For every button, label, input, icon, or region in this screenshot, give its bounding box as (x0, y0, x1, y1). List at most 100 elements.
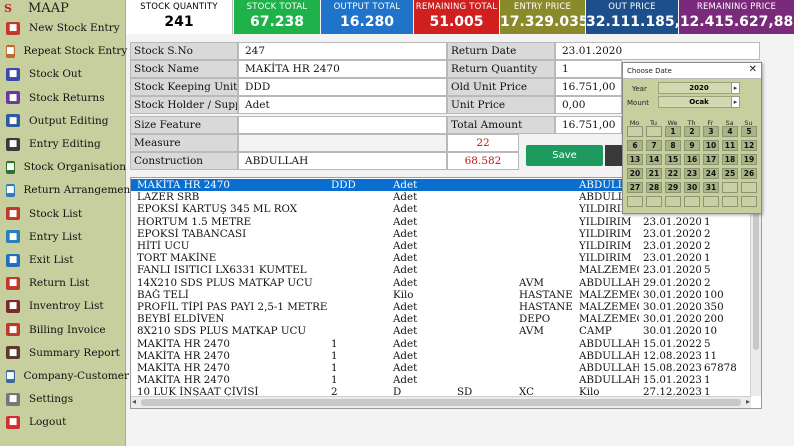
calendar-day[interactable]: 19 (741, 154, 757, 165)
scroll-right-icon[interactable]: ▸ (746, 397, 750, 406)
table-cell: CAMP (579, 325, 612, 338)
table-row[interactable]: MAKİTA HR 2470 1 Adet ABDULLAH 15.08.2023 678… (131, 362, 751, 374)
sidebar-item-logout[interactable]: ■ Logout (0, 411, 126, 433)
sidebar-item-entry-list[interactable]: ■ Entry List (0, 226, 126, 248)
calendar-day[interactable]: 26 (741, 168, 757, 179)
calendar-day[interactable]: 4 (722, 126, 738, 137)
table-row[interactable]: EPOKSİ TABANCASI Adet YILDIRIM 23.01.2020 2 (131, 228, 751, 240)
table-cell: 67878 (704, 362, 737, 374)
table-row[interactable]: HİTİ UCU Adet YILDIRIM 23.01.2020 2 (131, 240, 751, 252)
calendar-day[interactable]: 6 (627, 140, 643, 151)
calendar-day[interactable]: 1 (665, 126, 681, 137)
old-unit-price-field[interactable]: 16.751,00 (555, 78, 622, 96)
calendar-day[interactable]: 21 (646, 168, 662, 179)
stat-value: 51.005 (429, 14, 484, 30)
calendar-day[interactable]: 8 (665, 140, 681, 151)
sidebar-item-inventory-list[interactable]: ■ Inventroy List (0, 295, 126, 317)
calendar-day[interactable]: 31 (703, 182, 719, 193)
table-row[interactable]: 8X210 SDS PLUS MATKAP UCU Adet AVM CAMP 30.0… (131, 325, 751, 337)
calendar-day[interactable]: 27 (627, 182, 643, 193)
sidebar-item-entry-editing[interactable]: ■ Entry Editing (0, 133, 126, 155)
sidebar-item-new-entry[interactable]: ■ New Stock Entry (0, 17, 126, 39)
stock-name-field[interactable]: MAKİTA HR 2470 (238, 60, 447, 78)
measure-field[interactable]: 22 (447, 134, 519, 152)
unit-price-field[interactable]: 0,00 (555, 96, 622, 114)
scroll-left-icon[interactable]: ◂ (132, 397, 136, 406)
table-row[interactable]: BEYBİ ELDİVEN Adet DEPO MALZEMECİ 30.01.2020… (131, 313, 751, 325)
sidebar-item-label: Return Arrangement (23, 184, 135, 197)
calendar-day[interactable]: 9 (684, 140, 700, 151)
calendar-day[interactable]: 25 (722, 168, 738, 179)
calendar-day[interactable]: 23 (684, 168, 700, 179)
sidebar-item-stock-organisation[interactable]: ■ Stock Organisation (0, 156, 126, 178)
table-row[interactable]: MAKİTA HR 2470 1 Adet ABDULLAH 15.01.2023 1 (131, 374, 751, 386)
new-entry-icon: ■ (6, 21, 20, 35)
calendar-day[interactable]: 30 (684, 182, 700, 193)
month-select[interactable]: Ocak (658, 96, 740, 108)
sidebar-item-repeat-entry[interactable]: ■ Repeat Stock Entry (0, 40, 127, 62)
close-icon[interactable]: ✕ (749, 64, 757, 75)
stock-out-icon: ■ (6, 67, 20, 81)
table-row[interactable]: MAKİTA HR 2470 1 Adet ABDULLAH 15.01.2022 5 (131, 338, 751, 350)
calendar-day[interactable]: 13 (627, 154, 643, 165)
sidebar-item-stock-out[interactable]: ■ Stock Out (0, 63, 126, 85)
sidebar-item-summary-report[interactable]: ■ Summary Report (0, 342, 126, 364)
table-row[interactable]: 14X210 SDS PLUS MATKAP UCU Adet AVM ABDULLA… (131, 277, 751, 289)
calendar-day[interactable]: 7 (646, 140, 662, 151)
sidebar-item-company-customer[interactable]: ■ Company-Customer (0, 365, 129, 387)
size-field[interactable] (238, 116, 447, 134)
calendar-day[interactable]: 14 (646, 154, 662, 165)
sidebar-item-stock-list[interactable]: ■ Stock List (0, 203, 126, 225)
table-cell: YILDIRIM (579, 227, 632, 240)
table-cell: Adet (393, 349, 418, 362)
sidebar-item-settings[interactable]: ■ Settings (0, 388, 126, 410)
calendar-day[interactable]: 11 (722, 140, 738, 151)
year-next-icon[interactable]: ▸ (731, 82, 740, 94)
stock-sno-field[interactable]: 247 (238, 42, 447, 60)
holder-field[interactable]: Adet (238, 96, 447, 114)
construction-field[interactable]: ABDULLAH (238, 152, 447, 170)
secondary-button[interactable] (605, 145, 623, 166)
calendar-day[interactable]: 12 (741, 140, 757, 151)
calendar-day[interactable]: 10 (703, 140, 719, 151)
calendar-day[interactable]: 28 (646, 182, 662, 193)
return-quantity-label: Return Quantity (447, 60, 555, 78)
sidebar-item-return-arrangement[interactable]: ■ Return Arrangement (0, 179, 134, 201)
calendar-day[interactable]: 29 (665, 182, 681, 193)
calendar-day[interactable]: 3 (703, 126, 719, 137)
calendar-day[interactable]: 18 (722, 154, 738, 165)
calendar-day[interactable]: 20 (627, 168, 643, 179)
horizontal-scrollbar[interactable]: ◂ ▸ (131, 396, 751, 408)
table-row[interactable]: PROFİL TİPİ PAS PAYI 2,5-1 METRE Adet HAST… (131, 301, 751, 313)
calendar-day[interactable]: 24 (703, 168, 719, 179)
table-cell: 1 (704, 215, 711, 228)
settings-icon: ■ (6, 392, 20, 406)
table-row[interactable]: FANLI ISITICI LX6331 KUMTEL Adet MALZEMECİ… (131, 264, 751, 276)
size-label: Size Feature (130, 116, 238, 134)
table-row[interactable]: HORTUM 1.5 METRE Adet YILDIRIM 23.01.2020 1 (131, 216, 751, 228)
sidebar-item-billing-invoice[interactable]: ■ Billing Invoice (0, 319, 126, 341)
calendar-day[interactable]: 22 (665, 168, 681, 179)
stat-title: STOCK TOTAL (246, 2, 308, 12)
table-row[interactable]: BAĞ TELİ Kilo HASTANE MALZEMECİ 30.01.202010… (131, 289, 751, 301)
return-quantity-field[interactable]: 1 (555, 60, 622, 78)
calendar-day (627, 196, 643, 207)
calendar-day[interactable]: 17 (703, 154, 719, 165)
sidebar-item-output-editing[interactable]: ■ Output Editing (0, 110, 126, 132)
year-select[interactable]: 2020 (658, 82, 740, 94)
sidebar-item-return-list[interactable]: ■ Return List (0, 272, 126, 294)
table-cell: 15.01.2023 (643, 374, 701, 387)
calendar-day[interactable]: 15 (665, 154, 681, 165)
table-row[interactable]: MAKİTA HR 2470 1 Adet ABDULLAH 12.08.2023 11 (131, 350, 751, 362)
calendar-day[interactable]: 2 (684, 126, 700, 137)
table-row[interactable]: TORT MAKİNE Adet YILDIRIM 23.01.2020 1 (131, 252, 751, 264)
sidebar-item-stock-returns[interactable]: ■ Stock Returns (0, 87, 126, 109)
calendar-day[interactable]: 16 (684, 154, 700, 165)
total-amount-field[interactable]: 16.751,00 (555, 116, 622, 134)
calendar-day[interactable]: 5 (741, 126, 757, 137)
return-date-field[interactable]: 23.01.2020 (555, 42, 760, 60)
sidebar-item-exit-list[interactable]: ■ Exit List (0, 249, 126, 271)
month-next-icon[interactable]: ▸ (731, 96, 740, 108)
sku-field[interactable]: DDD (238, 78, 447, 96)
save-button[interactable]: Save (526, 145, 603, 166)
